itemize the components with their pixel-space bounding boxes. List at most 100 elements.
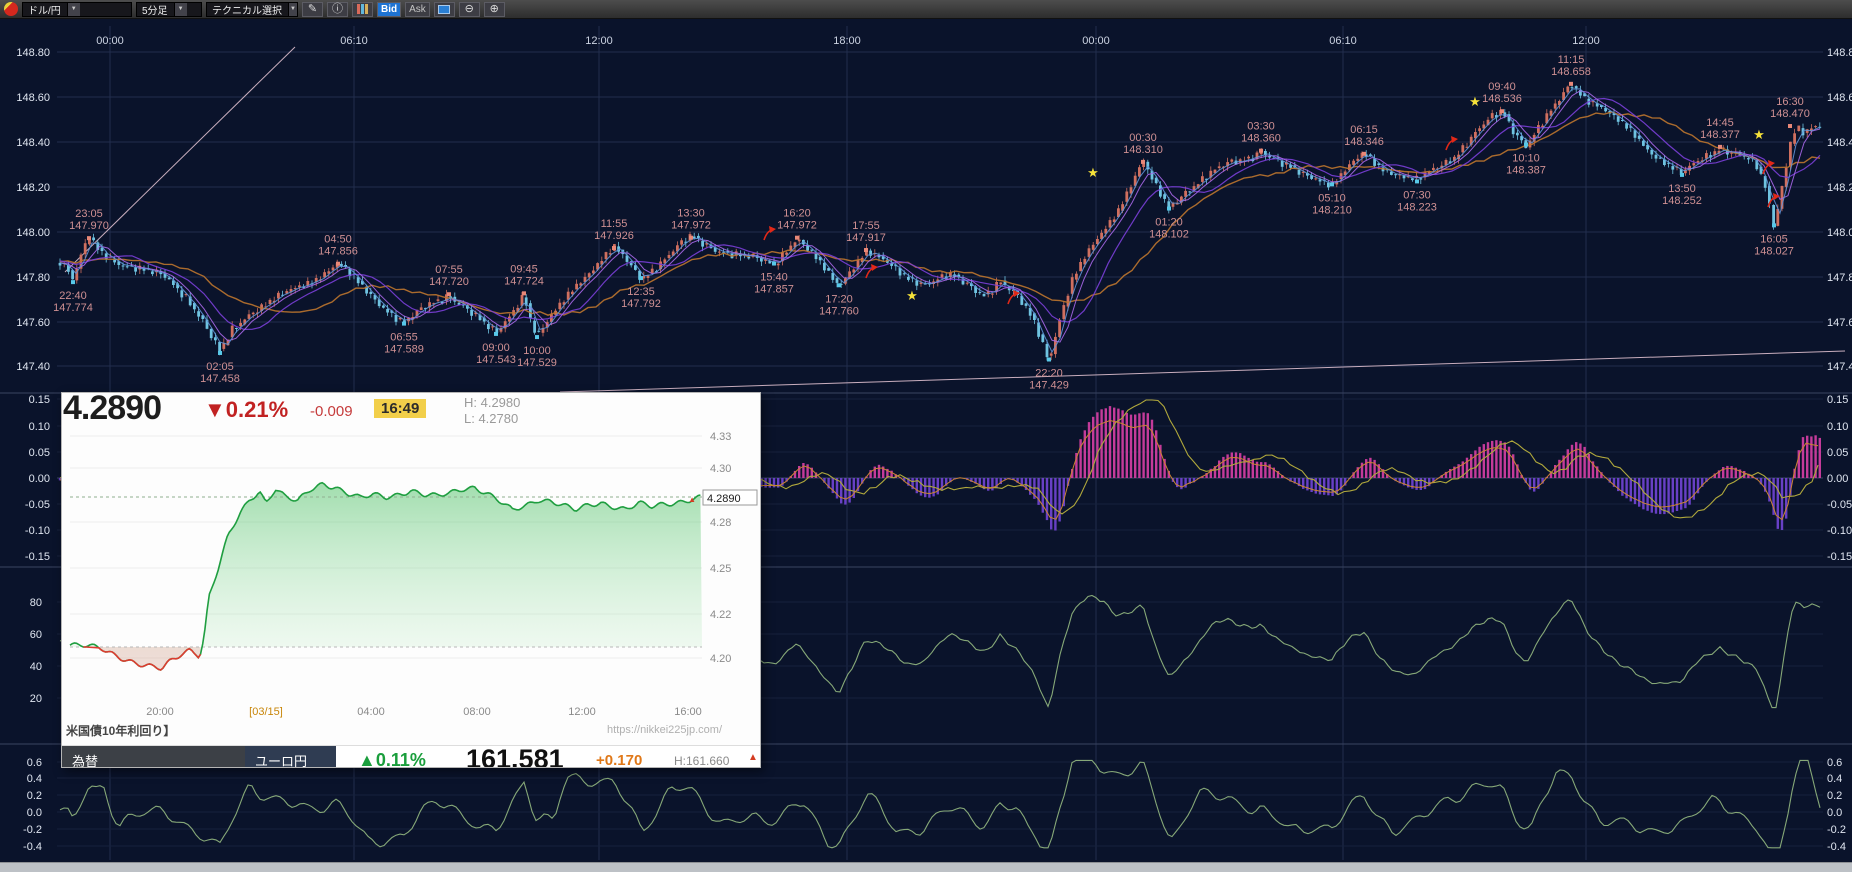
svg-text:147.720: 147.720 [429,276,469,288]
svg-text:148.346: 148.346 [1344,136,1384,148]
ticker-high: H:161.660 [674,754,729,768]
svg-text:147.6: 147.6 [1827,317,1852,329]
svg-text:147.589: 147.589 [384,344,424,356]
svg-text:148.4: 148.4 [1827,137,1852,149]
svg-text:148.2: 148.2 [1827,182,1852,194]
svg-text:17:20: 17:20 [825,293,853,305]
svg-text:-0.2: -0.2 [1827,824,1846,836]
svg-text:07:55: 07:55 [435,264,463,276]
yield-value: 4.2890 [63,392,161,428]
svg-text:147.972: 147.972 [777,220,817,232]
horizontal-scrollbar[interactable] [0,862,1852,872]
zoom-out-button[interactable]: ⊖ [459,2,480,17]
ticker-change: +0.170 [596,752,642,768]
candlestick-series[interactable] [59,83,1822,361]
pencil-icon: ✎ [308,4,317,15]
yield-chart-title: 米国債10年利回り】 [66,722,175,739]
svg-text:0.10: 0.10 [1827,421,1848,433]
svg-text:11:15: 11:15 [1558,54,1585,66]
svg-text:148.360: 148.360 [1241,133,1281,145]
chevron-down-icon[interactable]: ▼ [67,3,80,16]
svg-text:148.377: 148.377 [1700,129,1740,141]
technical-select[interactable]: テクニカル選択 ▼ [206,2,298,17]
fx-chart-app: ドル/円 ▼ 5分足 ▼ テクニカル選択 ▼ ✎ ⓘ Bid Ask ⊖ ⊕ 2… [0,0,1852,872]
ticker-row[interactable]: 為替 ユーロ円 ▲0.11% 161.581 +0.170 H:161.660 … [62,745,761,768]
svg-text:06:10: 06:10 [1329,35,1357,47]
svg-text:★: ★ [1087,165,1099,180]
chart-style-button[interactable] [352,2,373,17]
svg-text:148.252: 148.252 [1662,195,1702,207]
svg-text:0.05: 0.05 [1827,447,1848,459]
trend-lines[interactable] [65,47,1845,392]
svg-text:40: 40 [30,661,42,673]
chevron-down-icon[interactable]: ▼ [174,3,187,16]
svg-text:0.4: 0.4 [1827,773,1842,785]
svg-text:-0.15: -0.15 [25,551,50,563]
svg-text:60: 60 [30,629,42,641]
new-chart-button[interactable] [434,2,455,17]
svg-text:147.856: 147.856 [318,246,358,258]
svg-text:4.30: 4.30 [710,463,731,475]
svg-text:-0.2: -0.2 [23,824,42,836]
svg-text:12:35: 12:35 [627,286,655,298]
yield-high: H: 4.2980 [464,395,520,411]
bars-icon [357,4,368,14]
bid-button[interactable]: Bid [377,2,401,17]
svg-text:147.543: 147.543 [476,354,516,366]
svg-text:148.310: 148.310 [1123,144,1163,156]
timeframe-select-label: 5分足 [142,2,168,17]
svg-text:147.760: 147.760 [819,305,859,317]
svg-text:0.0: 0.0 [1827,807,1842,819]
chevron-down-icon[interactable]: ▼ [288,3,297,16]
svg-text:22:40: 22:40 [59,290,87,302]
info-icon: ⓘ [332,4,343,15]
svg-text:147.4: 147.4 [1827,361,1852,373]
svg-text:148.223: 148.223 [1397,201,1437,213]
draw-tool-button[interactable]: ✎ [302,2,323,17]
svg-text:0.2: 0.2 [27,790,42,802]
svg-text:148.102: 148.102 [1149,229,1189,241]
app-icon [4,2,18,16]
svg-text:20:00: 20:00 [146,706,174,718]
yield-popup-window[interactable]: 4.2890 ▼0.21% -0.009 16:49 H: 4.2980 L: … [61,392,761,768]
oscillator-panel [60,760,1820,847]
svg-text:147.774: 147.774 [53,302,93,314]
svg-text:0.00: 0.00 [29,473,50,485]
svg-text:148.80: 148.80 [16,47,50,59]
timeframe-select[interactable]: 5分足 ▼ [136,2,202,17]
zoom-in-button[interactable]: ⊕ [484,2,505,17]
svg-text:04:00: 04:00 [357,706,385,718]
svg-text:147.458: 147.458 [200,373,240,385]
yield-change: -0.009 [310,403,353,420]
svg-text:147.60: 147.60 [16,317,50,329]
svg-text:4.2890: 4.2890 [707,493,741,505]
svg-text:18:00: 18:00 [833,35,861,47]
yield-change-percent: ▼0.21% [204,397,288,423]
svg-text:23:05: 23:05 [75,208,103,220]
svg-text:01:20: 01:20 [1155,217,1183,229]
info-button[interactable]: ⓘ [327,2,348,17]
svg-text:-0.05: -0.05 [1827,499,1852,511]
svg-text:147.529: 147.529 [517,357,557,369]
svg-text:4.25: 4.25 [710,563,731,575]
svg-text:0.00: 0.00 [1827,473,1848,485]
pair-select[interactable]: ドル/円 ▼ [22,2,132,17]
zoom-out-icon: ⊖ [465,4,474,15]
svg-text:147.970: 147.970 [69,220,109,232]
svg-text:0.6: 0.6 [1827,757,1842,769]
svg-text:06:15: 06:15 [1350,124,1378,136]
svg-text:04:50: 04:50 [324,234,352,246]
svg-text:0.2: 0.2 [1827,790,1842,802]
ask-button[interactable]: Ask [405,2,430,17]
svg-text:4.20: 4.20 [710,653,731,665]
svg-text:147.8: 147.8 [1827,272,1852,284]
svg-text:4.28: 4.28 [710,517,731,529]
pair-select-label: ドル/円 [28,2,61,17]
source-url[interactable]: https://nikkei225jp.com/ [607,724,722,736]
svg-text:15:40: 15:40 [760,272,788,284]
svg-text:09:00: 09:00 [482,342,510,354]
svg-text:4.22: 4.22 [710,609,731,621]
svg-text:148.6: 148.6 [1827,92,1852,104]
svg-text:07:30: 07:30 [1403,189,1431,201]
ticker-value: 161.581 [466,744,564,768]
